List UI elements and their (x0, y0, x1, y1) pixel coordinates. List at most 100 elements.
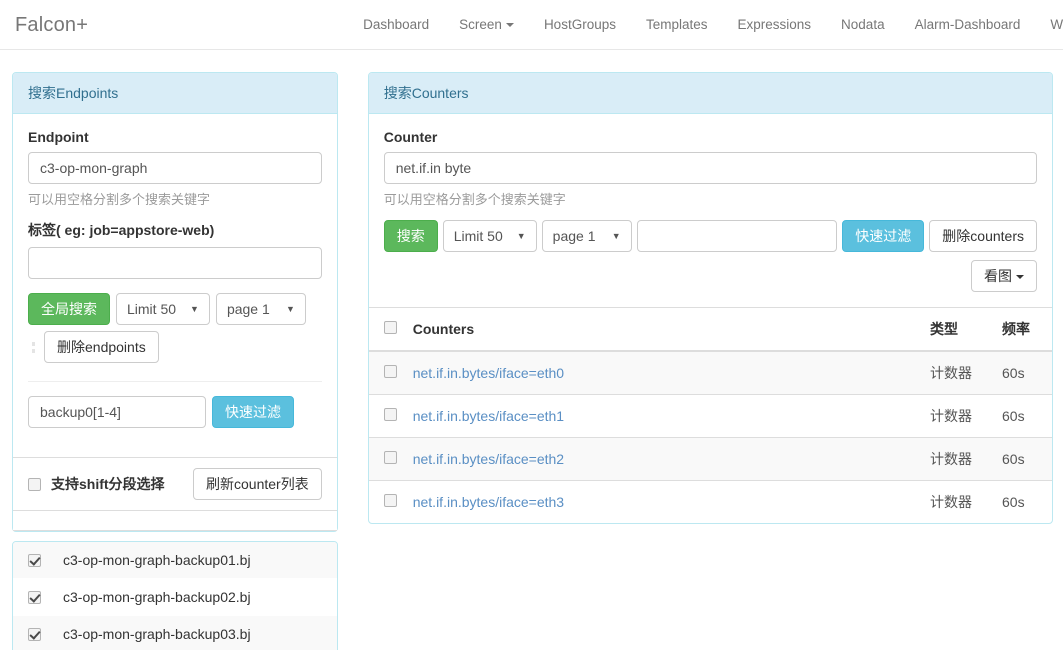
drag-handle-icon[interactable] (28, 331, 38, 363)
select-all-checkbox[interactable] (383, 321, 397, 334)
counter-link[interactable]: net.if.in.bytes/iface=eth0 (413, 365, 564, 381)
chevron-down-icon: ▼ (190, 303, 199, 314)
counter-name-cell: net.if.in.bytes/iface=eth3 (404, 480, 922, 523)
shift-select-checkbox[interactable] (28, 477, 41, 491)
counter-link[interactable]: net.if.in.bytes/iface=eth1 (413, 408, 564, 424)
endpoints-result-list: c3-op-mon-graph-backup01.bj c3-op-mon-gr… (12, 541, 338, 650)
counters-search-button[interactable]: 搜索 (383, 220, 438, 252)
row-checkbox[interactable] (383, 494, 397, 507)
endpoint-name: c3-op-mon-graph-backup01.bj (63, 552, 251, 568)
row-checkbox[interactable] (383, 365, 397, 378)
nav-item-label: Dashboard (363, 17, 430, 32)
endpoints-list-spacer (13, 511, 337, 531)
table-row[interactable]: net.if.in.bytes/iface=eth0 计数器 60s (368, 350, 1052, 395)
counters-limit-select[interactable]: Limit 50 ▼ (442, 220, 537, 252)
endpoint-name: c3-op-mon-graph-backup03.bj (63, 626, 251, 642)
nav-item-alarm-dashboard[interactable]: Alarm-Dashboard (900, 2, 1036, 47)
nav-item-label: Welcome root (1050, 17, 1063, 32)
endpoint-input[interactable] (28, 152, 322, 184)
select-all-header (368, 308, 405, 352)
row-select-cell (368, 437, 405, 481)
shift-select-row: 支持shift分段选择 刷新counter列表 (13, 458, 337, 511)
endpoint-list-item[interactable]: c3-op-mon-graph-backup02.bj (13, 579, 337, 616)
counters-table: Counters 类型 频率 net.if.in.bytes/iface=eth… (368, 308, 1052, 523)
endpoint-checkbox[interactable] (28, 553, 41, 567)
nav-item-templates[interactable]: Templates (631, 2, 723, 47)
endpoints-limit-select[interactable]: Limit 50 ▼ (116, 293, 210, 325)
counters-page-value: page 1 (552, 228, 596, 244)
counter-type-cell: 计数器 (922, 480, 994, 523)
counter-name-cell: net.if.in.bytes/iface=eth0 (404, 350, 922, 395)
counters-limit-value: Limit 50 (453, 228, 503, 244)
tag-input[interactable] (28, 247, 322, 279)
chevron-down-icon (505, 23, 514, 28)
endpoints-quick-filter-button[interactable]: 快速过滤 (212, 396, 294, 428)
nav-item-label: Templates (645, 17, 708, 32)
table-row[interactable]: net.if.in.bytes/iface=eth3 计数器 60s (368, 480, 1052, 523)
nav-item-label: Nodata (841, 17, 885, 32)
endpoints-divider (28, 381, 322, 382)
brand-logo[interactable]: Falcon+ (15, 15, 103, 35)
counters-panel-body: Counter 可以用空格分割多个搜索关键字 搜索 Limit 50 ▼ pag… (369, 114, 1052, 307)
counters-action-row: 搜索 Limit 50 ▼ page 1 ▼ 快速过滤 删除counters (383, 220, 1037, 252)
counters-table-wrap: Counters 类型 频率 net.if.in.bytes/iface=eth… (368, 307, 1052, 523)
counter-type-cell: 计数器 (922, 350, 994, 395)
shift-select-label: 支持shift分段选择 (51, 476, 165, 492)
nav-links: Dashboard Screen HostGroups Templates Ex… (348, 2, 1063, 47)
nav-item-nodata[interactable]: Nodata (826, 2, 900, 47)
endpoint-list-item[interactable]: c3-op-mon-graph-backup03.bj (13, 616, 337, 650)
chevron-down-icon: ▼ (286, 303, 295, 314)
endpoints-panel-body: Endpoint 可以用空格分割多个搜索关键字 标签( eg: job=apps… (13, 114, 337, 443)
counter-freq-cell: 60s (994, 350, 1052, 395)
counter-freq-cell: 60s (994, 437, 1052, 481)
counters-page-select[interactable]: page 1 ▼ (541, 220, 632, 252)
view-graph-dropdown-button[interactable]: 看图 (971, 260, 1037, 292)
endpoints-quick-filter-input[interactable] (28, 396, 206, 428)
counter-link[interactable]: net.if.in.bytes/iface=eth2 (413, 451, 564, 467)
global-search-button[interactable]: 全局搜索 (28, 293, 110, 325)
view-graph-label: 看图 (984, 268, 1012, 284)
endpoint-checkbox[interactable] (28, 590, 41, 604)
nav-item-hostgroups[interactable]: HostGroups (529, 2, 631, 47)
counters-quick-filter-button[interactable]: 快速过滤 (842, 220, 925, 252)
row-checkbox[interactable] (383, 408, 397, 421)
endpoints-panel-heading: 搜索Endpoints (13, 73, 337, 114)
nav-item-label: HostGroups (543, 17, 616, 32)
refresh-counter-list-button[interactable]: 刷新counter列表 (193, 468, 322, 500)
table-row[interactable]: net.if.in.bytes/iface=eth2 计数器 60s (368, 437, 1052, 481)
tag-field-label: 标签( eg: job=appstore-web) (28, 222, 215, 238)
counter-name-cell: net.if.in.bytes/iface=eth2 (404, 437, 922, 481)
nav-item-label: Screen (459, 17, 502, 32)
counters-panel-heading: 搜索Counters (368, 73, 1052, 114)
delete-endpoints-button[interactable]: 删除endpoints (44, 331, 159, 363)
top-navbar: Falcon+ Dashboard Screen HostGroups Temp… (0, 0, 1063, 50)
counter-type-cell: 计数器 (922, 394, 994, 438)
counters-quick-filter-input[interactable] (636, 220, 838, 252)
row-checkbox[interactable] (383, 451, 397, 464)
nav-item-screen[interactable]: Screen (444, 2, 529, 47)
counter-freq-cell: 60s (994, 394, 1052, 438)
row-select-cell (368, 394, 405, 438)
nav-item-expressions[interactable]: Expressions (723, 2, 827, 47)
counter-link[interactable]: net.if.in.bytes/iface=eth3 (413, 494, 564, 510)
endpoint-list-item[interactable]: c3-op-mon-graph-backup01.bj (13, 542, 337, 579)
counters-table-head: Counters 类型 频率 (368, 308, 1052, 352)
nav-item-welcome-user[interactable]: Welcome root (1035, 2, 1063, 47)
counter-field-label: Counter (383, 129, 438, 145)
endpoints-filter-row: 快速过滤 (28, 396, 322, 428)
freq-column-header: 频率 (994, 308, 1052, 352)
counters-column-header: Counters (404, 308, 922, 352)
nav-item-dashboard[interactable]: Dashboard (348, 2, 444, 47)
counters-panel: 搜索Counters Counter 可以用空格分割多个搜索关键字 搜索 Lim… (367, 72, 1053, 524)
counter-freq-cell: 60s (994, 480, 1052, 523)
counter-input[interactable] (383, 152, 1037, 184)
chevron-down-icon: ▼ (611, 230, 621, 241)
row-select-cell (368, 350, 405, 395)
table-row[interactable]: net.if.in.bytes/iface=eth1 计数器 60s (368, 394, 1052, 438)
table-header-row: Counters 类型 频率 (368, 308, 1052, 352)
endpoints-options-list: 支持shift分段选择 刷新counter列表 (13, 457, 337, 531)
delete-counters-button[interactable]: 删除counters (929, 220, 1037, 252)
endpoint-checkbox[interactable] (28, 627, 41, 641)
counters-table-body: net.if.in.bytes/iface=eth0 计数器 60s net.i… (368, 350, 1052, 523)
endpoints-page-select[interactable]: page 1 ▼ (215, 293, 306, 325)
